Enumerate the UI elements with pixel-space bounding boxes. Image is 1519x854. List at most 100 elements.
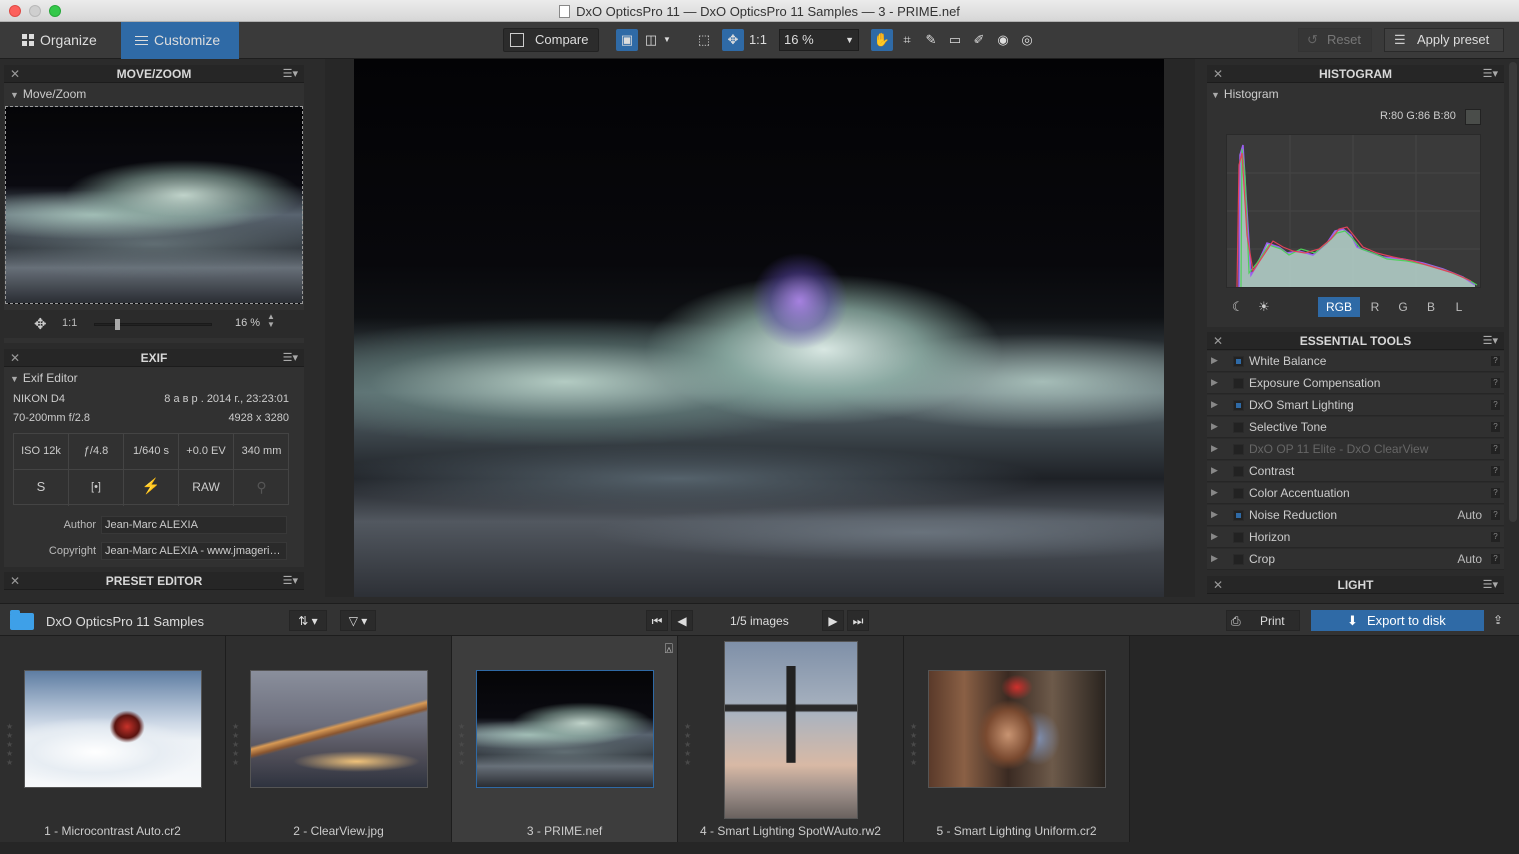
tool-enable-checkbox[interactable]	[1233, 532, 1244, 543]
move-tool-button[interactable]: ✥	[722, 29, 744, 51]
tool-enable-checkbox[interactable]	[1233, 378, 1244, 389]
film-thumb-2[interactable]: ★ ★ ★ ★ ★ 2 - ClearView.jpg	[226, 636, 452, 842]
main-image[interactable]	[354, 59, 1164, 597]
move-zoom-subhead[interactable]: ▼ Move/Zoom	[10, 87, 86, 101]
help-icon[interactable]: ?	[1491, 444, 1500, 454]
dark-mode-toggle[interactable]: ☾	[1232, 299, 1244, 315]
help-icon[interactable]: ?	[1491, 510, 1500, 520]
disclosure-right-icon[interactable]: ▶	[1211, 377, 1218, 388]
sun-icon[interactable]: ☀	[1258, 299, 1270, 315]
close-icon[interactable]: ✕	[1213, 576, 1223, 594]
one-to-one-button[interactable]: 1:1	[746, 29, 770, 51]
disclosure-right-icon[interactable]: ▶	[1211, 465, 1218, 476]
tool-row[interactable]: ▶ DxO Smart Lighting?	[1207, 395, 1504, 416]
help-icon[interactable]: ?	[1491, 356, 1500, 366]
disclosure-right-icon[interactable]: ▶	[1211, 553, 1218, 564]
tool-enable-checkbox[interactable]	[1233, 466, 1244, 477]
channel-g-button[interactable]: G	[1392, 297, 1414, 317]
panel-menu-icon[interactable]: ☰▾	[1483, 65, 1498, 83]
close-icon[interactable]: ✕	[1213, 332, 1223, 350]
rating-stars[interactable]: ★ ★ ★ ★ ★	[6, 722, 14, 767]
panel-menu-icon[interactable]: ☰▾	[283, 572, 298, 590]
tool-enable-checkbox[interactable]	[1233, 356, 1244, 367]
disclosure-right-icon[interactable]: ▶	[1211, 399, 1218, 410]
zoom-slider[interactable]	[94, 319, 212, 330]
fit-view-button[interactable]: ⬚	[693, 29, 715, 51]
channel-r-button[interactable]: R	[1364, 297, 1386, 317]
sort-button[interactable]: ⇅ ▾	[289, 610, 327, 631]
help-icon[interactable]: ?	[1491, 378, 1500, 388]
tool-enable-checkbox[interactable]	[1233, 488, 1244, 499]
move-arrows-icon[interactable]: ✥	[34, 315, 47, 333]
tab-organize[interactable]: Organize	[12, 27, 117, 53]
zoom-select[interactable]: 16 % ▼	[779, 29, 859, 51]
split-view-button[interactable]: ◫	[640, 29, 662, 51]
brush-tool-button[interactable]: ✐	[968, 29, 990, 51]
channel-b-button[interactable]: B	[1420, 297, 1442, 317]
disclosure-right-icon[interactable]: ▶	[1211, 487, 1218, 498]
view-mode-dropdown[interactable]: ▼	[660, 29, 674, 51]
help-icon[interactable]: ?	[1491, 554, 1500, 564]
horizon-tool-button[interactable]: ▭	[944, 29, 966, 51]
share-button[interactable]: ⇪	[1487, 610, 1509, 631]
reset-button[interactable]: ↺ Reset	[1298, 28, 1372, 52]
tool-row[interactable]: ▶ DxO OP 11 Elite - DxO ClearView?	[1207, 439, 1504, 460]
tool-enable-checkbox[interactable]	[1233, 400, 1244, 411]
tool-enable-checkbox[interactable]	[1233, 444, 1244, 455]
tool-row[interactable]: ▶ Contrast?	[1207, 461, 1504, 482]
tool-row[interactable]: ▶ Exposure Compensation?	[1207, 373, 1504, 394]
film-thumb-1[interactable]: ★ ★ ★ ★ ★ 1 - Microcontrast Auto.cr2	[0, 636, 226, 842]
tool-enable-checkbox[interactable]	[1233, 422, 1244, 433]
tool-enable-checkbox[interactable]	[1233, 554, 1244, 565]
channel-rgb-button[interactable]: RGB	[1318, 297, 1360, 317]
panel-menu-icon[interactable]: ☰▾	[1483, 576, 1498, 594]
disclosure-right-icon[interactable]: ▶	[1211, 531, 1218, 542]
help-icon[interactable]: ?	[1491, 532, 1500, 542]
navigator-preview[interactable]	[5, 106, 303, 304]
tab-customize[interactable]: Customize	[121, 22, 239, 59]
export-to-disk-button[interactable]: ⬇ Export to disk	[1311, 610, 1484, 631]
eyedropper-tool-button[interactable]: ✎	[920, 29, 942, 51]
disclosure-right-icon[interactable]: ▶	[1211, 355, 1218, 366]
close-icon[interactable]: ✕	[10, 65, 20, 83]
prev-image-button[interactable]: ◀	[671, 610, 693, 631]
tool-row[interactable]: ▶ Crop Auto?	[1207, 549, 1504, 570]
crop-tool-button[interactable]: ⌗	[896, 29, 918, 51]
panel-menu-icon[interactable]: ☰▾	[1483, 332, 1498, 350]
tool-row[interactable]: ▶ White Balance?	[1207, 351, 1504, 372]
next-image-button[interactable]: ▶	[822, 610, 844, 631]
disclosure-right-icon[interactable]: ▶	[1211, 421, 1218, 432]
first-image-button[interactable]: ⏮	[646, 610, 668, 631]
film-thumb-3[interactable]: ⍓ ★ ★ ★ ★ ★ 3 - PRIME.nef	[452, 636, 678, 842]
right-scrollbar[interactable]	[1509, 62, 1517, 522]
tool-enable-checkbox[interactable]	[1233, 510, 1244, 521]
close-icon[interactable]: ✕	[1213, 65, 1223, 83]
rating-stars[interactable]: ★ ★ ★ ★ ★	[684, 722, 692, 767]
tool-row[interactable]: ▶ Selective Tone?	[1207, 417, 1504, 438]
apply-preset-button[interactable]: ☰ Apply preset	[1384, 28, 1504, 52]
help-icon[interactable]: ?	[1491, 488, 1500, 498]
author-field[interactable]: Jean-Marc ALEXIA	[101, 516, 287, 534]
red-eye-tool-button[interactable]: ◉	[992, 29, 1014, 51]
disclosure-right-icon[interactable]: ▶	[1211, 443, 1218, 454]
rating-stars[interactable]: ★ ★ ★ ★ ★	[232, 722, 240, 767]
exif-subhead[interactable]: ▼ Exif Editor	[10, 371, 78, 385]
help-icon[interactable]: ?	[1491, 422, 1500, 432]
panel-menu-icon[interactable]: ☰▾	[283, 65, 298, 83]
stepper-icon[interactable]: ▲ ▼	[267, 313, 275, 329]
rating-stars[interactable]: ★ ★ ★ ★ ★	[910, 722, 918, 767]
rating-stars[interactable]: ★ ★ ★ ★ ★	[458, 722, 466, 767]
zoom-slider-handle[interactable]	[115, 319, 120, 330]
channel-l-button[interactable]: L	[1448, 297, 1470, 317]
zoom-percent[interactable]: 16 %	[235, 317, 260, 329]
single-view-button[interactable]: ▣	[616, 29, 638, 51]
panel-menu-icon[interactable]: ☰▾	[283, 349, 298, 367]
compare-button[interactable]: Compare	[503, 28, 599, 52]
close-icon[interactable]: ✕	[10, 572, 20, 590]
last-image-button[interactable]: ⏭	[847, 610, 869, 631]
tool-row[interactable]: ▶ Horizon?	[1207, 527, 1504, 548]
tool-row[interactable]: ▶ Color Accentuation?	[1207, 483, 1504, 504]
image-viewer[interactable]	[325, 59, 1195, 597]
histogram-subhead[interactable]: ▼ Histogram	[1211, 87, 1279, 101]
print-button[interactable]: ⎙ Print	[1226, 610, 1300, 631]
